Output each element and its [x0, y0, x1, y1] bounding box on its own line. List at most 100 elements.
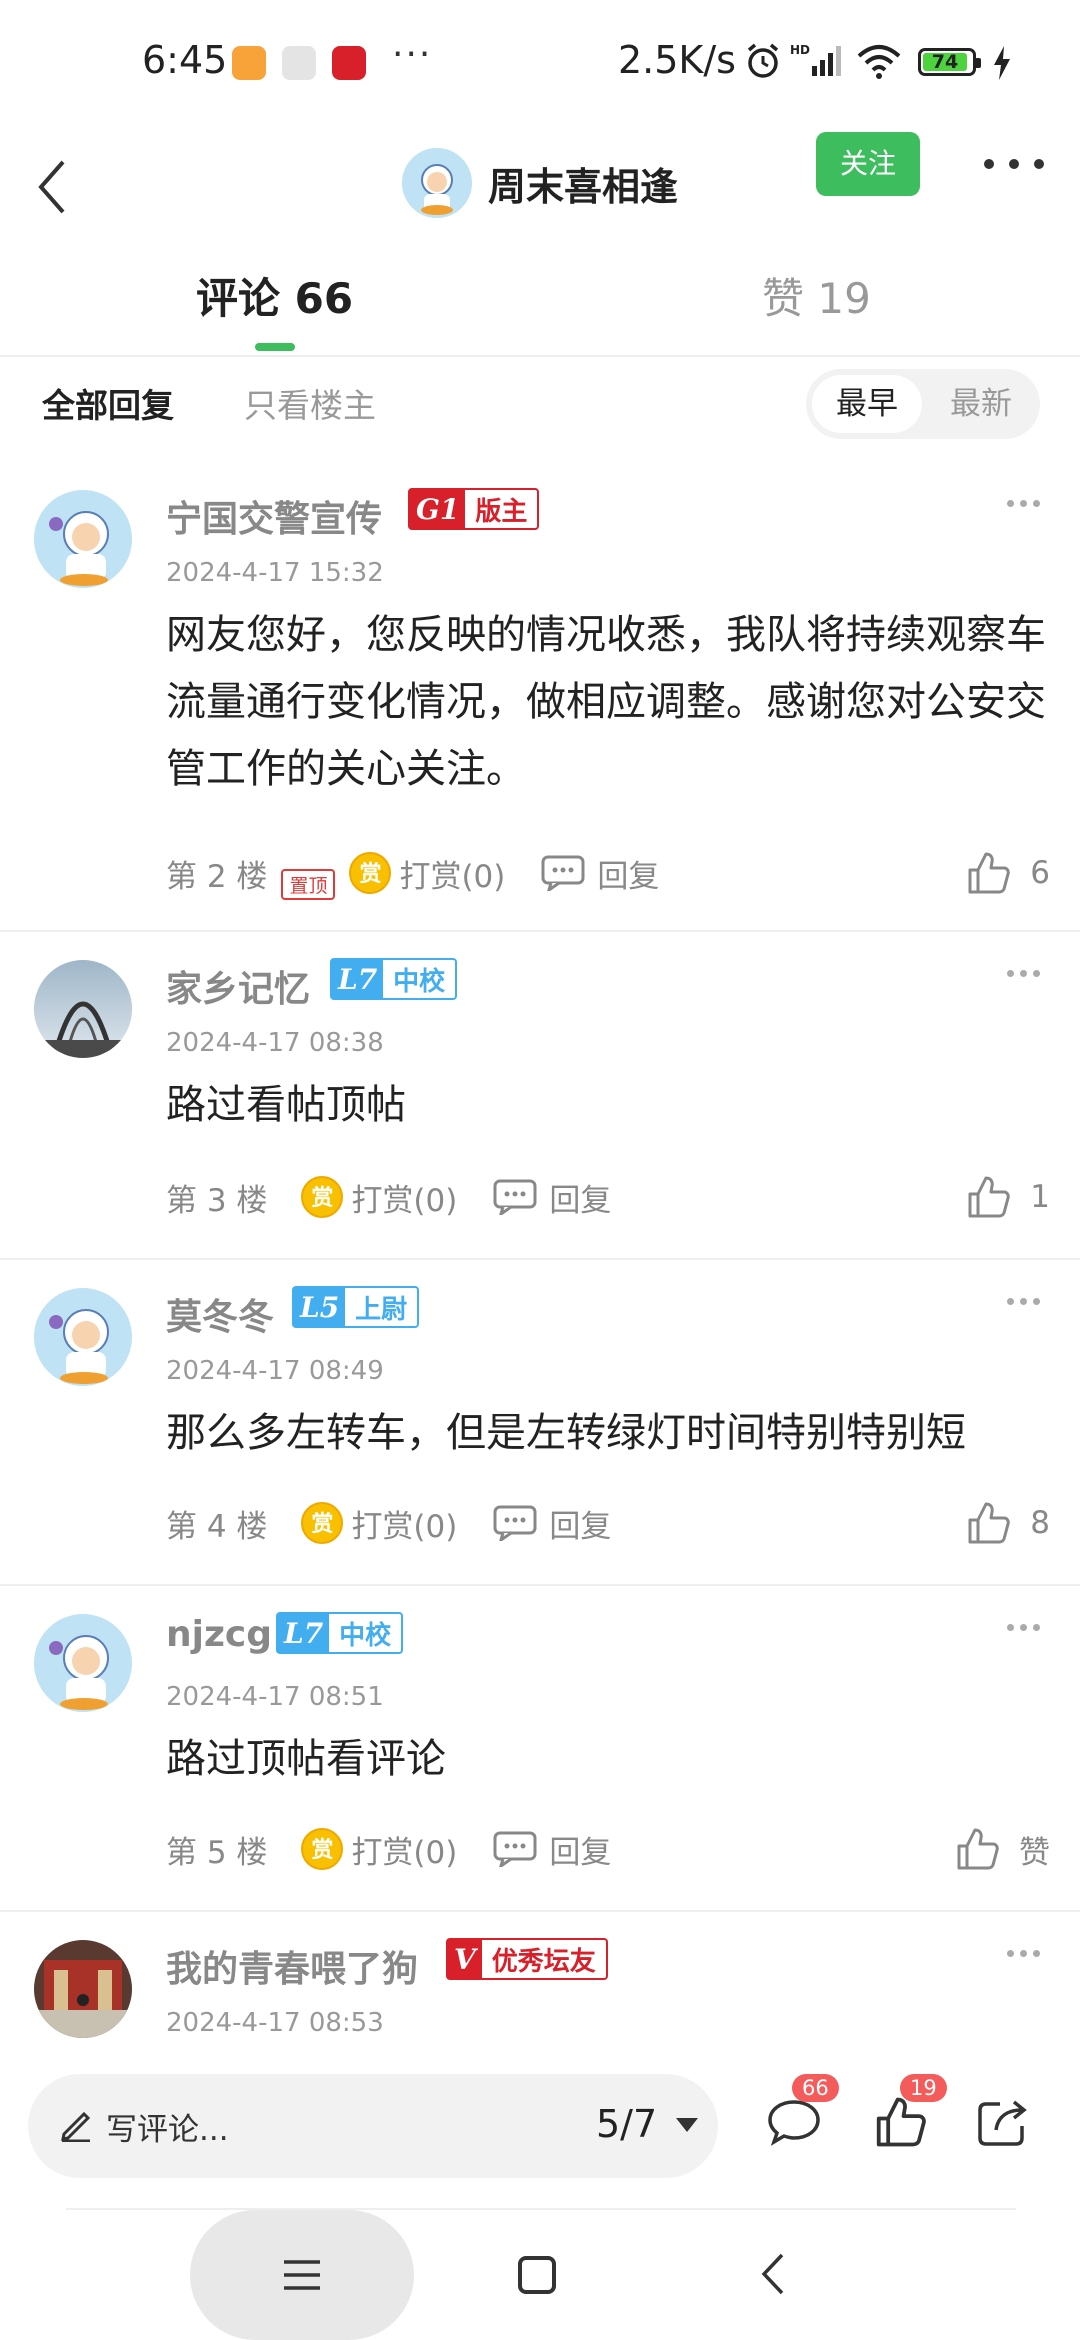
user-avatar[interactable]: [34, 1288, 132, 1386]
like-count: 1: [1030, 1179, 1050, 1215]
clock: 6:45: [142, 38, 228, 82]
thumbs-up-icon: [968, 852, 1011, 894]
signal-icon: HD: [790, 43, 841, 76]
reply-button[interactable]: 回复: [549, 1827, 611, 1872]
app-notification-icon: [332, 46, 366, 80]
bottom-action-bar: 写评论... 5/7 66 19: [0, 2048, 1080, 2208]
reward-button[interactable]: 打赏(0): [351, 1827, 457, 1872]
comment-text: 那么多左转车，但是左转绿灯时间特别特别短: [166, 1410, 966, 1456]
reply-button[interactable]: 回复: [549, 1501, 611, 1546]
author-avatar[interactable]: [402, 148, 472, 218]
share-icon: [978, 2100, 1027, 2146]
home-button[interactable]: [518, 2256, 556, 2294]
reply-icon[interactable]: [541, 855, 585, 891]
comment-more-button[interactable]: [1007, 1950, 1040, 1957]
status-bar: 6:45 ··· 2.5K/s HD 74: [0, 0, 1080, 120]
like-button[interactable]: 6: [966, 848, 1050, 898]
battery-level: 74: [923, 53, 967, 72]
like-post-button[interactable]: 19: [874, 2074, 947, 2152]
comment-item: 家乡记忆 L7 中校 2024-4-17 08:38 路过看帖顶帖 第 3 楼 …: [0, 930, 1080, 1260]
comment-date: 2024-4-17 08:38: [166, 1028, 384, 1058]
like-button[interactable]: 赞: [955, 1824, 1050, 1874]
filter-owner-only[interactable]: 只看楼主: [244, 379, 376, 427]
tab-comments[interactable]: 评论 66: [196, 265, 353, 326]
user-avatar[interactable]: [34, 490, 132, 588]
comment-item: 莫冬冬 L5 上尉 2024-4-17 08:49 那么多左转车，但是左转绿灯时…: [0, 1258, 1080, 1586]
reply-button[interactable]: 回复: [597, 851, 659, 896]
username[interactable]: 家乡记忆: [166, 960, 310, 1012]
level-badge: L5 上尉: [292, 1286, 420, 1328]
thumbs-up-icon: [968, 1502, 1011, 1544]
follow-button[interactable]: 关注: [816, 132, 920, 196]
reward-button[interactable]: 打赏(0): [351, 1175, 457, 1220]
like-count: 赞: [1019, 1834, 1050, 1871]
menu-icon: [284, 2260, 320, 2290]
charging-icon: [994, 46, 1010, 80]
comment-item: 我的青春喂了狗 V 优秀坛友 2024-4-17 08:53: [0, 1910, 1080, 2048]
sort-earliest[interactable]: 最早: [812, 375, 922, 433]
reply-icon[interactable]: [493, 1505, 537, 1541]
floor-number: 第 5 楼: [166, 1834, 268, 1871]
sort-latest[interactable]: 最新: [926, 375, 1036, 433]
nav-back-icon[interactable]: [760, 2252, 786, 2296]
more-notifications-icon: ···: [392, 34, 433, 75]
username[interactable]: 莫冬冬: [166, 1288, 274, 1340]
comment-more-button[interactable]: [1007, 500, 1040, 507]
moderator-badge: G1 版主: [408, 488, 540, 530]
level-badge: L7 中校: [330, 958, 458, 1000]
back-arrow-icon: [38, 160, 65, 214]
username[interactable]: njzcg: [166, 1614, 272, 1655]
tab-likes[interactable]: 赞 19: [762, 265, 871, 326]
thumbs-up-icon: [876, 2097, 926, 2147]
chevron-down-icon[interactable]: [676, 2118, 698, 2132]
reply-icon[interactable]: [493, 1179, 537, 1215]
comment-more-button[interactable]: [1007, 1298, 1040, 1305]
more-options-button[interactable]: [984, 142, 1044, 186]
pinned-tag: 置顶: [281, 868, 336, 900]
reply-icon[interactable]: [493, 1831, 537, 1867]
floor-number: 第 2 楼: [166, 858, 268, 895]
like-count-badge: 19: [900, 2074, 947, 2102]
network-speed: 2.5K/s: [618, 38, 736, 82]
filter-all-replies[interactable]: 全部回复: [42, 379, 174, 427]
username[interactable]: 我的青春喂了狗: [166, 1940, 418, 1992]
author-header[interactable]: 周末喜相逢: [402, 128, 678, 238]
write-comment-input[interactable]: 写评论... 5/7: [28, 2074, 718, 2178]
reply-button[interactable]: 回复: [549, 1175, 611, 1220]
filter-bar: 全部回复 只看楼主 最早 最新: [0, 357, 1080, 447]
comment-more-button[interactable]: [1007, 1624, 1040, 1631]
comment-date: 2024-4-17 08:51: [166, 1682, 384, 1712]
reward-icon[interactable]: 赏: [301, 1176, 344, 1218]
wifi-icon: [857, 45, 901, 79]
sort-toggle: 最早 最新: [806, 369, 1040, 439]
like-button[interactable]: 1: [966, 1172, 1050, 1222]
app-notification-icon: [282, 46, 316, 80]
comment-actions: 第 5 楼 赏 打赏(0) 回复: [166, 1824, 611, 1874]
comments-button[interactable]: 66: [766, 2074, 839, 2152]
pen-icon: [61, 2111, 91, 2142]
reward-button[interactable]: 打赏(0): [399, 851, 505, 896]
comment-bubble-icon: [768, 2100, 820, 2146]
comment-more-button[interactable]: [1007, 970, 1040, 977]
username[interactable]: 宁国交警宣传: [166, 490, 382, 542]
comment-item: 宁国交警宣传 G1 版主 2024-4-17 15:32 网友您好，您反映的情况…: [0, 460, 1080, 932]
reward-icon[interactable]: 赏: [349, 852, 392, 894]
floor-number: 第 3 楼: [166, 1182, 268, 1219]
like-count: 8: [1030, 1505, 1050, 1541]
recent-apps-button[interactable]: [190, 2210, 414, 2340]
reward-icon[interactable]: 赏: [301, 1502, 344, 1544]
reward-button[interactable]: 打赏(0): [351, 1501, 457, 1546]
share-button[interactable]: [976, 2096, 1030, 2152]
user-avatar[interactable]: [34, 1614, 132, 1712]
user-avatar[interactable]: [34, 960, 132, 1058]
comment-count-badge: 66: [792, 2074, 839, 2102]
like-button[interactable]: 8: [966, 1498, 1050, 1548]
comment-actions: 第 3 楼 赏 打赏(0) 回复: [166, 1172, 611, 1222]
reward-icon[interactable]: 赏: [301, 1828, 344, 1870]
comment-date: 2024-4-17 08:49: [166, 1356, 384, 1386]
user-avatar[interactable]: [34, 1940, 132, 2038]
top-bar: 周末喜相逢 关注: [0, 120, 1080, 255]
page-indicator[interactable]: 5/7: [596, 2102, 657, 2146]
alarm-icon: [747, 43, 779, 78]
back-button[interactable]: [22, 142, 82, 232]
